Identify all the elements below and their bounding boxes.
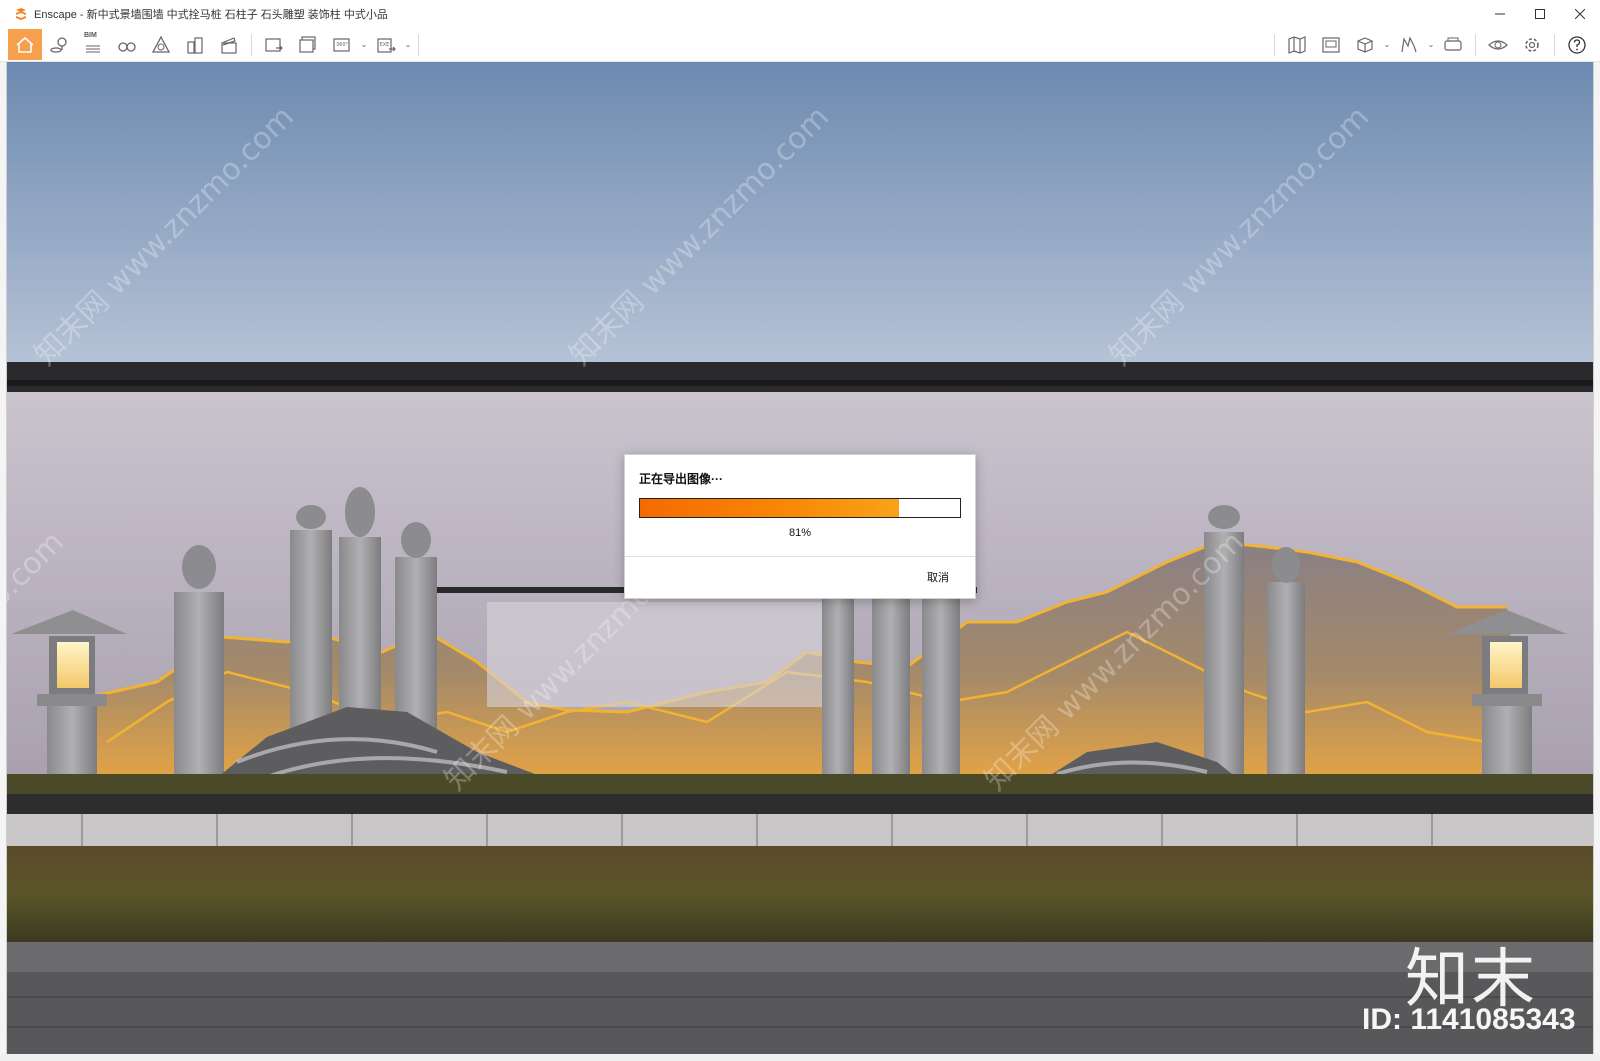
enscape-logo-icon	[16, 7, 26, 20]
export-dropdown[interactable]: ⌄	[403, 29, 413, 60]
home-icon	[16, 36, 34, 53]
right-scrollbar-edge[interactable]	[1593, 62, 1600, 1061]
atmosphere-button[interactable]	[144, 29, 178, 60]
toolbar-separator	[251, 33, 252, 56]
toolbar-right-group: ⌄ ⌄	[1269, 29, 1594, 60]
asset-library-button[interactable]	[1348, 29, 1382, 60]
title-bar: Enscape - 新中式景墙围墙 中式拴马桩 石柱子 石头雕塑 装饰柱 中式小…	[0, 0, 1600, 27]
views-button[interactable]	[1314, 29, 1348, 60]
visual-settings-icon	[1488, 39, 1508, 50]
toolbar-separator	[1554, 33, 1555, 56]
map-pin-button[interactable]	[42, 29, 76, 60]
material-editor-button[interactable]	[1392, 29, 1426, 60]
dialog-title: 正在导出图像···	[639, 472, 723, 486]
export-label: EXE	[380, 42, 390, 48]
asset-library-icon	[1357, 36, 1373, 53]
id-watermark: ID: 1141085343	[1362, 1003, 1576, 1036]
vr-headset-button[interactable]	[1436, 29, 1470, 60]
bim-label: BIM	[84, 32, 97, 39]
cancel-button[interactable]: 取消	[927, 569, 949, 585]
map-pin-icon	[50, 36, 67, 53]
settings-gear-button[interactable]	[1515, 29, 1549, 60]
minimize-icon	[1495, 13, 1505, 14]
close-button[interactable]	[1560, 0, 1600, 27]
settings-gear-icon	[1525, 37, 1539, 52]
batch-render-icon	[299, 35, 316, 53]
export-icon: EXE	[377, 37, 396, 53]
window-title: Enscape - 新中式景墙围墙 中式拴马桩 石柱子 石头雕塑 装饰柱 中式小…	[34, 8, 388, 21]
window-controls	[1480, 0, 1600, 27]
toolbar-separator	[418, 33, 419, 56]
bim-button[interactable]: BIM	[76, 29, 110, 60]
export-progress-bar	[639, 498, 961, 518]
screenshot-icon	[265, 37, 283, 52]
minimize-button[interactable]	[1480, 0, 1520, 27]
maximize-button[interactable]	[1520, 0, 1560, 27]
video-editor-icon	[221, 36, 237, 54]
screenshot-button[interactable]	[257, 29, 291, 60]
export-button[interactable]: EXE	[369, 29, 403, 60]
video-editor-button[interactable]	[212, 29, 246, 60]
views-icon	[1322, 36, 1340, 53]
map-icon	[1288, 35, 1306, 54]
buildings-icon	[187, 36, 203, 54]
progress-percent: 81%	[788, 527, 812, 539]
buildings-button[interactable]	[178, 29, 212, 60]
toolbar-separator	[1274, 33, 1275, 56]
main-toolbar: BIM 360° ⌄ EXE ⌄ ⌄ ⌄	[0, 27, 1600, 81]
status-bar-edge	[0, 1054, 1600, 1061]
material-editor-dropdown[interactable]: ⌄	[1426, 29, 1436, 60]
help-button[interactable]	[1560, 29, 1594, 60]
home-button[interactable]	[8, 29, 42, 60]
panorama-label: 360°	[336, 42, 349, 48]
batch-render-button[interactable]	[291, 29, 325, 60]
close-icon	[1575, 8, 1585, 19]
atmosphere-icon	[151, 35, 171, 53]
visual-settings-button[interactable]	[1481, 29, 1515, 60]
binoculars-icon	[118, 41, 136, 52]
export-progress-dialog: 正在导出图像··· 81% 取消	[624, 454, 976, 599]
maximize-icon	[1535, 8, 1545, 19]
help-icon	[1568, 35, 1586, 54]
dialog-divider	[625, 556, 975, 557]
toolbar-left-group: BIM 360° ⌄ EXE ⌄	[8, 29, 424, 60]
left-panel-edge	[0, 62, 7, 1061]
map-button[interactable]	[1280, 29, 1314, 60]
binoculars-button[interactable]	[110, 29, 144, 60]
panorama-dropdown[interactable]: ⌄	[359, 29, 369, 60]
material-editor-icon	[1401, 35, 1417, 52]
progress-fill	[640, 499, 900, 517]
toolbar-separator	[1475, 33, 1476, 56]
panorama-button[interactable]: 360°	[325, 29, 359, 60]
panorama-icon: 360°	[333, 37, 350, 52]
vr-headset-icon	[1444, 37, 1462, 51]
asset-library-dropdown[interactable]: ⌄	[1382, 29, 1392, 60]
